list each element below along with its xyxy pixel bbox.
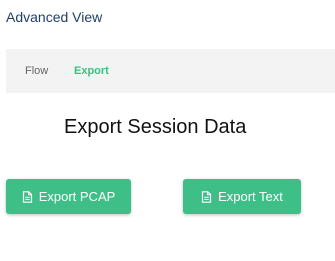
section-heading: Export Session Data [64, 116, 247, 138]
page-title: Advanced View [6, 9, 103, 25]
tab-flow[interactable]: Flow [25, 65, 48, 77]
document-icon [22, 190, 33, 203]
export-pcap-button[interactable]: Export PCAP [6, 179, 131, 214]
export-pcap-label: Export PCAP [38, 189, 116, 204]
tab-export[interactable]: Export [74, 65, 109, 77]
export-text-button[interactable]: Export Text [183, 179, 301, 214]
export-text-label: Export Text [218, 189, 283, 204]
tab-bar: Flow Export [6, 49, 335, 93]
document-icon [201, 190, 212, 203]
